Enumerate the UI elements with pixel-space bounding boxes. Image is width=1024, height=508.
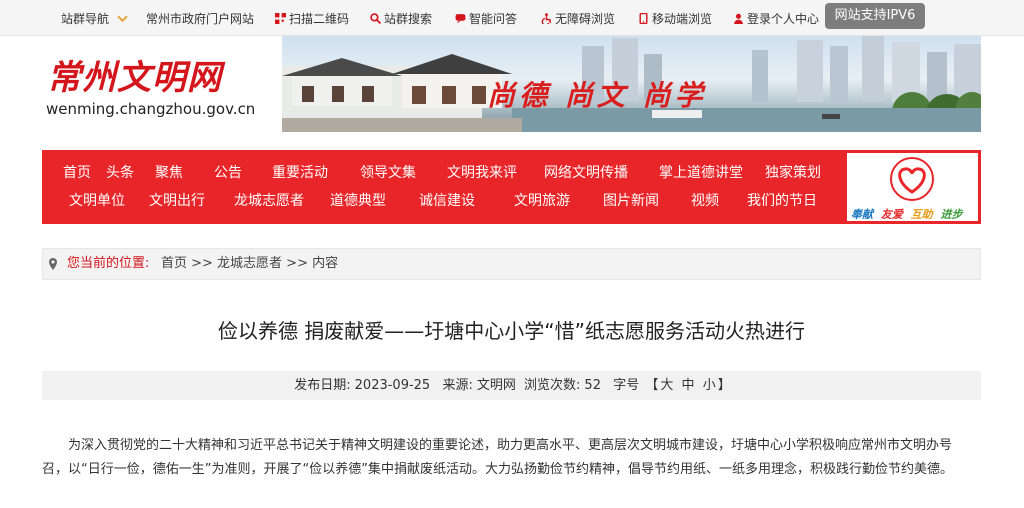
nav-item-video[interactable]: 视频 — [691, 192, 719, 210]
article-meta: 发布日期: 2023-09-25 来源: 文明网 浏览次数: 52 字号 【大 中 小… — [42, 371, 981, 400]
breadcrumb-label: 您当前的位置: — [67, 256, 150, 271]
chevron-down-icon — [117, 15, 128, 23]
nav-item-our-festivals[interactable]: 我们的节日 — [747, 192, 817, 210]
font-size-label: 字号 — [613, 378, 640, 393]
search-icon — [370, 13, 381, 24]
main-navigation: 首页 头条 聚焦 公告 重要活动 领导文集 文明我来评 网络文明传播 掌上道德讲… — [42, 150, 981, 224]
badge-word-4: 进步 — [940, 208, 963, 221]
smart-qa-label: 智能问答 — [469, 12, 518, 26]
font-size-large-button[interactable]: 大 — [660, 378, 673, 393]
article-source: 文明网 — [476, 378, 516, 393]
date-label: 发布日期: — [294, 378, 351, 393]
nav-item-notices[interactable]: 公告 — [214, 164, 242, 182]
nav-item-civility-review[interactable]: 文明我来评 — [447, 164, 517, 182]
nav-item-focus[interactable]: 聚焦 — [155, 164, 183, 182]
site-group-nav-link[interactable]: 站群导航 — [61, 11, 128, 27]
nav-item-online-civility[interactable]: 网络文明传播 — [544, 164, 628, 182]
login-link[interactable]: 登录个人中心 — [733, 11, 819, 27]
badge-word-3: 互助 — [910, 208, 933, 221]
article-title: 俭以养德 捐废献爱——圩塘中心小学“惜”纸志愿服务活动火热进行 — [217, 319, 806, 343]
top-utility-bar: 站群导航 常州市政府门户网站 扫描二维码 站群搜索 智能问答 无障碍浏览 移动端… — [0, 0, 1024, 36]
nav-item-major-events[interactable]: 重要活动 — [272, 164, 328, 182]
ipv6-badge: 网站支持IPV6 — [825, 3, 925, 29]
nav-item-leader-writings[interactable]: 领导文集 — [360, 164, 416, 182]
source-label: 来源: — [442, 378, 473, 393]
nav-item-morality-lecture[interactable]: 掌上道德讲堂 — [659, 164, 743, 182]
nav-item-volunteers[interactable]: 龙城志愿者 — [234, 192, 304, 210]
qrcode-label: 扫描二维码 — [289, 12, 350, 26]
smart-qa-link[interactable]: 智能问答 — [455, 11, 517, 27]
login-label: 登录个人中心 — [747, 12, 820, 26]
site-domain: wenming.changzhou.gov.cn — [46, 100, 256, 118]
nav-item-home[interactable]: 首页 — [63, 164, 91, 182]
badge-word-2: 友爱 — [880, 208, 903, 221]
nav-item-exclusive[interactable]: 独家策划 — [765, 164, 821, 182]
accessibility-link[interactable]: 无障碍浏览 — [541, 11, 615, 27]
mobile-view-link[interactable]: 移动端浏览 — [638, 11, 712, 27]
site-header: 常州文明网 wenming.changzhou.gov.cn 尚德 尚文 尚学 — [42, 36, 981, 132]
nav-item-headlines[interactable]: 头条 — [106, 164, 134, 182]
article-paragraph: 为深入贯彻党的二十大精神和习近平总书记关于精神文明建设的重要论述，助力更高水平、… — [42, 438, 953, 477]
gov-portal-link[interactable]: 常州市政府门户网站 — [146, 11, 254, 27]
gov-portal-label: 常州市政府门户网站 — [146, 12, 255, 26]
breadcrumb-path[interactable]: 首页 >> 龙城志愿者 >> 内容 — [161, 249, 338, 279]
accessibility-icon — [541, 13, 552, 24]
site-group-nav-label: 站群导航 — [61, 12, 110, 26]
font-size-small-button[interactable]: 小 — [703, 378, 716, 393]
site-logo[interactable]: 常州文明网 — [47, 50, 222, 99]
font-size-medium-button[interactable]: 中 — [682, 378, 695, 393]
volunteer-badge-banner[interactable]: 奉献 友爱 互助 进步 — [846, 152, 979, 222]
nav-item-civilized-tourism[interactable]: 文明旅游 — [514, 192, 570, 210]
site-search-link[interactable]: 站群搜索 — [370, 11, 432, 27]
nav-item-civilized-units[interactable]: 文明单位 — [69, 192, 125, 210]
view-count: 52 — [584, 378, 601, 393]
nav-item-civilized-travel[interactable]: 文明出行 — [149, 192, 205, 210]
chat-icon — [455, 14, 466, 24]
site-search-label: 站群搜索 — [384, 12, 433, 26]
accessibility-label: 无障碍浏览 — [555, 12, 616, 26]
mobile-view-label: 移动端浏览 — [652, 12, 713, 26]
location-pin-icon — [49, 258, 57, 270]
qrcode-link[interactable]: 扫描二维码 — [275, 11, 349, 27]
publish-date: 2023-09-25 — [354, 378, 431, 393]
nav-item-moral-models[interactable]: 道德典型 — [330, 192, 386, 210]
banner-slogan: 尚德 尚文 尚学 — [487, 79, 707, 112]
nav-item-integrity[interactable]: 诚信建设 — [419, 192, 475, 210]
nav-item-photo-news[interactable]: 图片新闻 — [603, 192, 659, 210]
views-label: 浏览次数: — [524, 378, 581, 393]
heart-logo-icon — [890, 157, 934, 201]
mobile-icon — [639, 13, 648, 24]
badge-word-1: 奉献 — [851, 208, 873, 221]
breadcrumb: 您当前的位置: 首页 >> 龙城志愿者 >> 内容 — [42, 248, 981, 280]
badge-words: 奉献 友爱 互助 进步 — [851, 206, 977, 222]
header-banner-image: 尚德 尚文 尚学 — [282, 36, 981, 132]
user-icon — [734, 13, 743, 24]
qrcode-icon — [275, 13, 286, 24]
